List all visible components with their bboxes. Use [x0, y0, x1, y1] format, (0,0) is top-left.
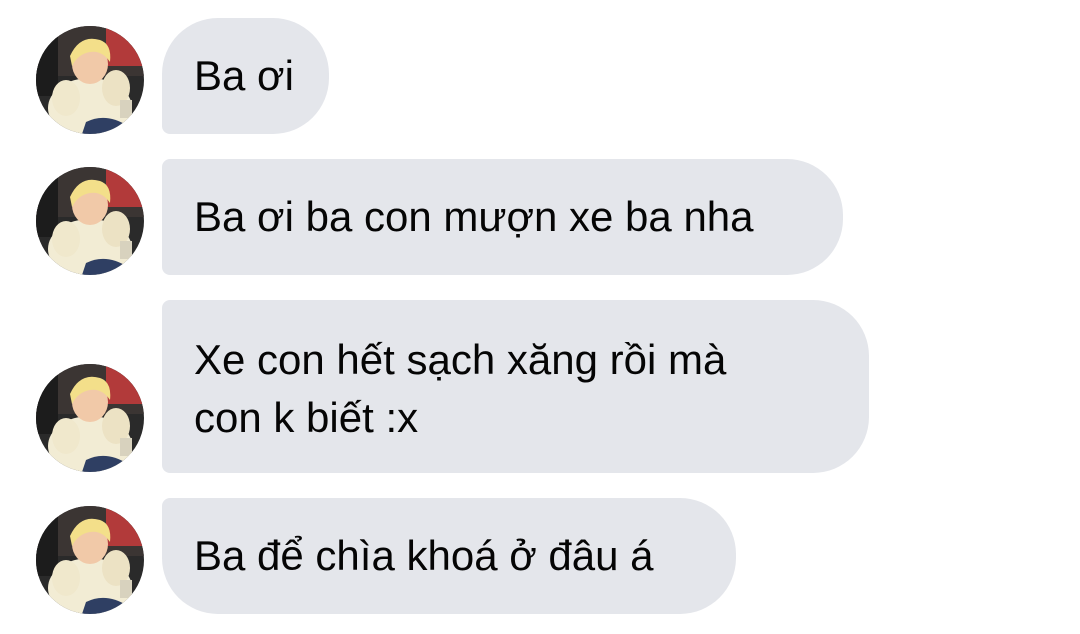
message-bubble[interactable]: Ba ơi ba con mượn xe ba nha	[162, 159, 843, 275]
message-bubble[interactable]: Ba ơi	[162, 18, 329, 134]
avatar-icon[interactable]	[36, 167, 144, 275]
avatar-icon[interactable]	[36, 26, 144, 134]
message-bubble[interactable]: Xe con hết sạch xăng rồi mà con k biết :…	[162, 300, 869, 473]
avatar-icon[interactable]	[36, 364, 144, 472]
message-thread: Ba ơi Ba ơi ba con mượn xe ba nha Xe con…	[0, 0, 1080, 634]
avatar-icon[interactable]	[36, 506, 144, 614]
message-bubble[interactable]: Ba để chìa khoá ở đâu á	[162, 498, 736, 614]
